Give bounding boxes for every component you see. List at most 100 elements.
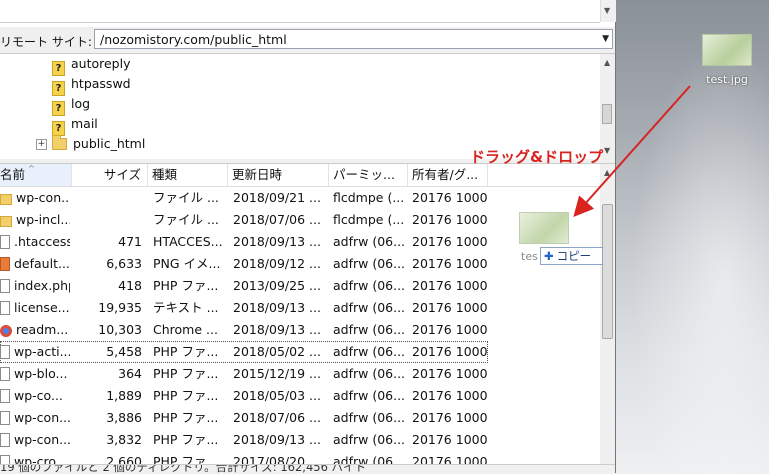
cell-text: PHP ファ... — [153, 344, 219, 359]
table-row[interactable]: wp-con... 3,832 PHP ファ... 2018/09/13 ... adf… — [0, 429, 600, 451]
cell-modified: 2013/09/25 ... — [233, 275, 331, 297]
cell-text: 19,935 — [98, 300, 142, 315]
table-row[interactable]: license.... 19,935 テキスト ... 2018/09/13 ... a… — [0, 297, 600, 319]
cell-text: 20176 1000 — [412, 234, 488, 249]
cell-text: 2013/09/25 ... — [233, 278, 321, 293]
cell-text: 20176 1000 — [412, 366, 488, 381]
cell-text: ファイル ... — [153, 190, 219, 205]
cell-owner: 20176 1000 — [412, 253, 488, 275]
cell-owner: 20176 1000 — [412, 275, 488, 297]
image-file-icon — [0, 257, 10, 271]
scroll-down-arrow-icon[interactable]: ▼ — [604, 146, 610, 155]
column-header-type[interactable]: 種類 — [148, 164, 228, 186]
scroll-down-arrow-icon[interactable]: ▼ — [604, 6, 610, 15]
scrollbar-thumb[interactable] — [602, 204, 613, 339]
cell-perms: adfrw (06... — [333, 429, 409, 451]
cell-text: flcdmpe (... — [333, 212, 405, 227]
scroll-up-arrow-icon[interactable]: ▲ — [604, 168, 610, 177]
folder-icon — [0, 216, 12, 227]
cell-text: 2018/09/13 ... — [233, 300, 321, 315]
tree-item-autoreply[interactable]: ? autoreply — [52, 54, 131, 76]
column-header-owner[interactable]: 所有者/グ... — [408, 164, 488, 186]
scroll-up-arrow-icon[interactable]: ▲ — [604, 58, 610, 67]
local-scrollbar[interactable]: ▼ — [600, 0, 616, 22]
cell-modified: 2018/09/13 ... — [233, 429, 331, 451]
copy-cursor-tooltip: ✚ コピー — [540, 247, 603, 265]
cell-text: readm... — [16, 322, 69, 337]
cell-perms: adfrw (06... — [333, 385, 409, 407]
tree-scrollbar[interactable]: ▲ ▼ — [600, 54, 615, 159]
tree-item-label: mail — [71, 116, 98, 131]
scrollbar-thumb[interactable] — [602, 104, 612, 124]
remote-directory-tree: ? autoreply ? htpasswd ? log ? mail + public… — [0, 54, 600, 159]
column-header-permissions[interactable]: パーミッ... — [329, 164, 408, 186]
desktop-file-test-jpg[interactable]: test.jpg — [696, 34, 758, 86]
cell-perms: adfrw (06... — [333, 253, 409, 275]
cell-modified: 2018/09/13 ... — [233, 319, 331, 341]
tree-item-public-html[interactable]: public_html — [52, 134, 145, 154]
cell-type: PHP ファ... — [153, 429, 225, 451]
cell-text: 20176 1000 — [412, 190, 488, 205]
table-row[interactable]: wp-blo... 364 PHP ファ... 2015/12/19 ... adfrw… — [0, 363, 600, 385]
sort-ascending-icon: ^ — [28, 164, 35, 173]
cell-type: PHP ファ... — [153, 407, 225, 429]
tree-item-htpasswd[interactable]: ? htpasswd — [52, 74, 131, 96]
cell-text: wp-con... — [14, 432, 70, 447]
table-row[interactable]: wp-incl... ファイル ... 2018/07/06 ... flcdmpe … — [0, 209, 600, 231]
column-header-name[interactable]: ^ 名前 — [0, 164, 72, 186]
cell-name: default.... — [0, 253, 70, 275]
folder-icon — [52, 135, 67, 150]
cell-text: Chrome ... — [153, 322, 218, 337]
table-row[interactable]: wp-acti... 5,458 PHP ファ... 2018/05/02 ... ad… — [0, 341, 488, 363]
tree-item-mail[interactable]: ? mail — [52, 114, 98, 136]
cell-modified: 2018/05/02 ... — [233, 341, 331, 363]
cell-modified: 2018/09/21 ... — [233, 187, 331, 209]
cell-size: 10,303 — [72, 319, 142, 341]
cell-type: PHP ファ... — [153, 275, 225, 297]
cell-text: wp-con... — [14, 410, 70, 425]
tree-item-label: htpasswd — [71, 76, 131, 91]
cell-text: 418 — [118, 278, 142, 293]
remote-path-input[interactable]: /nozomistory.com/public_html ▼ — [94, 29, 613, 49]
cell-name: wp-co... — [0, 385, 70, 407]
cell-text: PNG イメ... — [153, 256, 221, 271]
cell-size: 471 — [72, 231, 142, 253]
table-row[interactable]: index.php 418 PHP ファ... 2013/09/25 ... adfrw… — [0, 275, 600, 297]
file-list: wp-con... ファイル ... 2018/09/21 ... flcdmpe (… — [0, 187, 600, 465]
cell-type: PHP ファ... — [153, 451, 225, 465]
cell-text: PHP ファ... — [153, 366, 219, 381]
remote-site-bar: リモート サイト: /nozomistory.com/public_html ▼ — [0, 27, 615, 54]
cell-modified: 2018/07/06 ... — [233, 407, 331, 429]
cell-perms: flcdmpe (... — [333, 187, 409, 209]
table-row[interactable]: default.... 6,633 PNG イメ... 2018/09/12 ... a… — [0, 253, 600, 275]
cell-owner: 20176 1000 — [412, 385, 488, 407]
table-row[interactable]: .htaccess 471 HTACCES... 2018/09/13 ... adfr… — [0, 231, 600, 253]
table-row[interactable]: wp-con... 3,886 PHP ファ... 2018/07/06 ... adf… — [0, 407, 600, 429]
cell-size: 3,832 — [72, 429, 142, 451]
expand-toggle[interactable]: + — [36, 139, 47, 150]
cell-name: index.php — [0, 275, 70, 297]
column-header-modified[interactable]: 更新日時 — [228, 164, 329, 186]
tree-item-log[interactable]: ? log — [52, 94, 90, 116]
cell-text: wp-blo... — [14, 366, 68, 381]
cell-text: 20176 1000 — [412, 410, 488, 425]
file-list-scrollbar[interactable]: ▲ — [600, 164, 615, 464]
cell-owner: 20176 1000 — [412, 297, 488, 319]
cell-text: .htaccess — [14, 234, 70, 249]
cell-owner: 20176 1000 — [412, 341, 488, 363]
cell-text: flcdmpe (... — [333, 190, 405, 205]
table-row[interactable]: wp-cro... 2,660 PHP ファ... 2017/08/20 ... adf… — [0, 451, 600, 465]
cell-perms: adfrw (06... — [333, 319, 409, 341]
table-row[interactable]: readm... 10,303 Chrome ... 2018/09/13 ... ad… — [0, 319, 600, 341]
cell-text: 2018/07/06 ... — [233, 410, 321, 425]
cell-size: 6,633 — [72, 253, 142, 275]
cell-text: 2018/05/03 ... — [233, 388, 321, 403]
cell-text: wp-con... — [16, 190, 70, 205]
remote-path-value: /nozomistory.com/public_html — [100, 32, 287, 47]
cell-text: adfrw (06... — [333, 366, 406, 381]
cell-owner: 20176 1000 — [412, 451, 488, 465]
column-header-size[interactable]: サイズ — [72, 164, 148, 186]
table-row[interactable]: wp-con... ファイル ... 2018/09/21 ... flcdmpe (… — [0, 187, 600, 209]
table-row[interactable]: wp-co... 1,889 PHP ファ... 2018/05/03 ... adfr… — [0, 385, 600, 407]
chevron-down-icon[interactable]: ▼ — [602, 34, 609, 44]
